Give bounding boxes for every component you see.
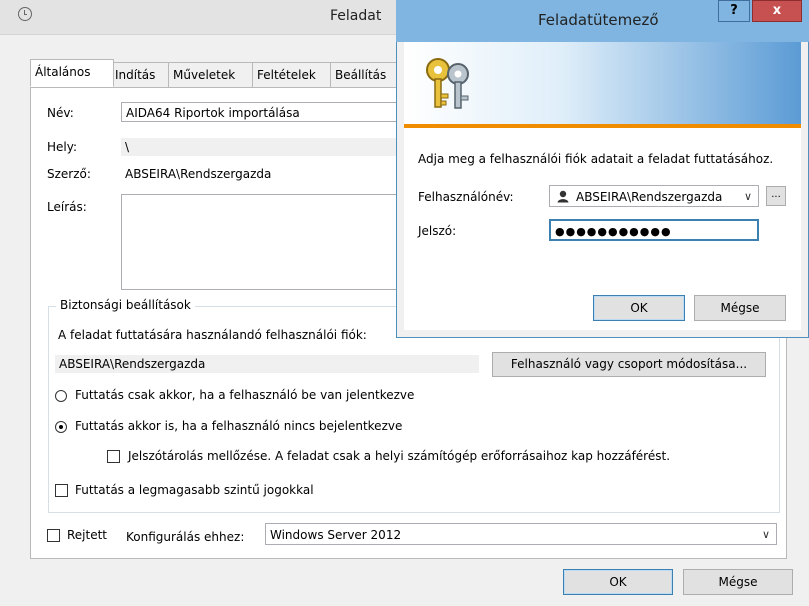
radio-run-always-label[interactable]: Futtatás akkor is, ha a felhasználó ninc…: [75, 419, 402, 433]
tab-actions[interactable]: Műveletek: [168, 62, 254, 88]
tab-settings[interactable]: Beállítás: [330, 62, 400, 88]
account-value: ABSEIRA\Rendszergazda: [55, 355, 479, 373]
description-label: Leírás:: [47, 200, 87, 214]
help-button[interactable]: ?: [718, 0, 750, 22]
browse-user-button[interactable]: ...: [766, 186, 786, 206]
ok-button[interactable]: OK: [563, 569, 673, 595]
highest-privileges-checkbox[interactable]: [55, 484, 68, 497]
dialog-prompt: Adja meg a felhasználói fiók adatait a f…: [418, 152, 774, 166]
radio-run-logged-on-label[interactable]: Futtatás csak akkor, ha a felhasználó be…: [75, 388, 414, 402]
configure-label: Konfigurálás ehhez:: [126, 530, 245, 544]
keys-icon: [426, 58, 469, 109]
dialog-title: Feladatütemező: [538, 11, 659, 29]
highest-privileges-label[interactable]: Futtatás a legmagasabb szintű jogokkal: [75, 483, 314, 497]
author-value: ABSEIRA\Rendszergazda: [125, 167, 272, 181]
account-prompt: A feladat futtatására használandó felhas…: [58, 328, 367, 342]
security-legend: Biztonsági beállítások: [56, 298, 195, 312]
tab-triggers[interactable]: Indítás: [110, 62, 170, 88]
change-user-button[interactable]: Felhasználó vagy csoport módosítása...: [492, 352, 766, 377]
chevron-down-icon: ∨: [761, 528, 770, 541]
username-label: Felhasználónév:: [418, 190, 514, 204]
dialog-ok-button[interactable]: OK: [593, 295, 685, 321]
description-field[interactable]: [121, 194, 401, 290]
password-field[interactable]: ●●●●●●●●●●●: [549, 219, 759, 241]
banner-divider: [404, 124, 801, 128]
username-value: ABSEIRA\Rendszergazda: [576, 190, 723, 204]
configure-value: Windows Server 2012: [270, 528, 402, 542]
no-store-password-checkbox[interactable]: [107, 450, 120, 463]
name-label: Név:: [47, 106, 74, 120]
hidden-checkbox[interactable]: [47, 529, 60, 542]
user-icon: [557, 190, 569, 203]
password-label: Jelszó:: [418, 224, 457, 238]
cancel-button[interactable]: Mégse: [683, 569, 793, 595]
username-select[interactable]: ABSEIRA\Rendszergazda ∨: [549, 185, 759, 207]
tab-conditions[interactable]: Feltételek: [252, 62, 332, 88]
close-button[interactable]: x: [752, 0, 802, 22]
dialog-cancel-button[interactable]: Mégse: [694, 295, 786, 321]
location-value: \: [121, 138, 401, 156]
name-field[interactable]: AIDA64 Riportok importálása: [121, 102, 401, 122]
clock-icon: [18, 7, 32, 21]
tab-general[interactable]: Általános: [30, 59, 114, 87]
window-title: Feladat: [330, 8, 382, 24]
chevron-down-icon: ∨: [743, 190, 752, 203]
radio-run-always[interactable]: [55, 421, 67, 433]
author-label: Szerző:: [47, 167, 91, 181]
location-label: Hely:: [47, 140, 78, 154]
no-store-password-label[interactable]: Jelszótárolás mellőzése. A feladat csak …: [128, 449, 670, 463]
hidden-label[interactable]: Rejtett: [67, 528, 107, 542]
radio-run-logged-on[interactable]: [55, 390, 67, 402]
configure-select[interactable]: Windows Server 2012 ∨: [265, 523, 777, 545]
